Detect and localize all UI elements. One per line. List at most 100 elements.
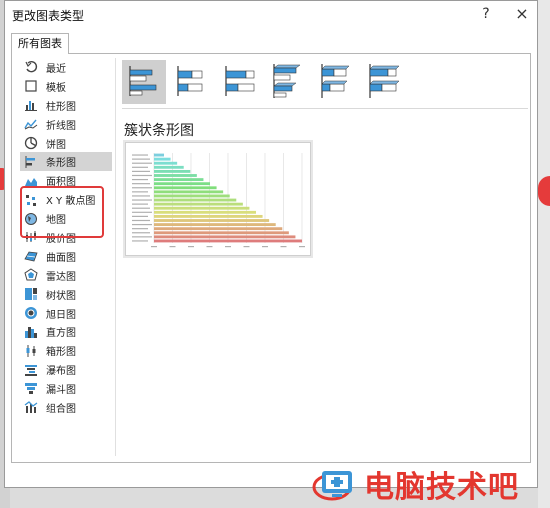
preview-tick-label: [243, 246, 250, 248]
preview-tick-label: [151, 246, 157, 248]
preview-category-label: [132, 203, 148, 205]
preview-bar: [154, 239, 302, 243]
preview-category-label: [132, 166, 148, 168]
sidebar-item[interactable]: 箱形图: [20, 341, 112, 360]
preview-tick-label: [188, 246, 194, 248]
sidebar-item[interactable]: 直方图: [20, 322, 112, 341]
preview-category-label: [132, 170, 150, 172]
subtype-3d-clustered-bar-button[interactable]: [266, 60, 310, 104]
preview-category-label: [132, 187, 152, 189]
subtype-100-percent-stacked-bar-button[interactable]: [218, 60, 262, 104]
preview-category-label: [132, 174, 152, 177]
line-chart-icon: [24, 119, 38, 130]
preview-bar: [154, 219, 270, 222]
sidebar-item[interactable]: 条形图: [20, 152, 112, 172]
pie-chart-icon: [24, 136, 38, 150]
sidebar-item-label: 旭日图: [46, 309, 76, 321]
column-chart-icon: [25, 101, 37, 112]
help-button[interactable]: ?: [475, 4, 497, 24]
bar-chart-subtype-icon: [369, 64, 400, 98]
subtype-stacked-bar-button[interactable]: [170, 60, 214, 104]
preview-bar: [154, 194, 230, 198]
chart-preview[interactable]: [125, 142, 311, 256]
preview-category-label: [132, 232, 150, 234]
preview-bar: [154, 174, 197, 177]
preview-category-label: [132, 195, 150, 197]
preview-bar: [154, 231, 289, 235]
sidebar-item[interactable]: 雷达图: [20, 266, 112, 285]
tab-all-charts[interactable]: 所有图表: [11, 33, 69, 54]
funnel-chart-icon: [25, 382, 37, 394]
preview-category-label: [132, 178, 148, 181]
sidebar-item-label: 最近: [46, 63, 66, 75]
preview-category-label: [132, 207, 150, 209]
subtype-3d-stacked-bar-button[interactable]: [314, 60, 358, 104]
preview-bar: [154, 235, 296, 239]
bar-chart-subtype-icon: [225, 66, 255, 96]
sidebar-item[interactable]: 曲面图: [20, 247, 112, 266]
subtype-clustered-bar-button[interactable]: [122, 60, 166, 104]
preview-category-label: [132, 223, 152, 226]
background-red-shape: [538, 176, 550, 206]
preview-bar: [154, 153, 164, 157]
preview-category-label: [132, 191, 148, 193]
sidebar-item-label: 折线图: [46, 120, 76, 132]
template-icon: [25, 80, 37, 92]
chart-type-panel: 最近 模板 柱形图 折线图 饼图 条形图 面积图 X Y 散点图 地图 股价图 曲面图 雷达图 树状图旭…: [11, 53, 531, 463]
change-chart-type-dialog: 更改图表类型 ? × 所有图表 最近 模板 柱形图 折线图 饼图 条形图 面积图 X Y 散点…: [4, 0, 538, 488]
preview-bar: [154, 182, 210, 186]
preview-bar: [154, 223, 276, 227]
preview-category-label: [132, 240, 148, 242]
preview-category-label: [132, 154, 148, 156]
surface-chart-icon: [24, 251, 38, 262]
preview-tick-label: [280, 246, 287, 248]
waterfall-chart-icon: [25, 364, 37, 376]
bar-chart-subtype-icon: [321, 64, 350, 98]
bar-chart-subtype-icon: [273, 64, 301, 98]
sidebar-item[interactable]: 折线图: [20, 115, 112, 134]
preview-bar: [154, 206, 250, 210]
preview-category-label: [132, 199, 152, 201]
preview-category-label: [132, 211, 152, 213]
preview-category-label: [132, 228, 148, 230]
sidebar-item-label: 漏斗图: [46, 385, 76, 397]
sidebar-item-label: 直方图: [46, 328, 76, 340]
close-button[interactable]: ×: [511, 4, 533, 24]
recent-icon: [25, 61, 38, 73]
sidebar-item-label: 组合图: [46, 403, 76, 415]
bar-chart-icon: [25, 155, 35, 168]
sidebar-item[interactable]: 瀑布图: [20, 360, 112, 379]
preview-bar: [154, 186, 217, 190]
preview-category-label: [132, 183, 150, 185]
preview-tick-label: [262, 246, 268, 248]
sidebar-item[interactable]: 漏斗图: [20, 379, 112, 398]
preview-bar: [154, 190, 224, 194]
sidebar-item-label: 饼图: [46, 139, 66, 151]
sidebar-item[interactable]: 树状图: [20, 285, 112, 304]
preview-category-label: [132, 236, 152, 238]
preview-bar: [154, 157, 171, 161]
bar-chart-subtype-icon: [177, 66, 203, 96]
sidebar-item[interactable]: 柱形图: [20, 96, 112, 115]
watermark-text: 电脑技术吧: [364, 470, 519, 505]
sidebar-item[interactable]: 饼图: [20, 134, 112, 153]
preview-tick-label: [299, 246, 305, 248]
preview-bar: [154, 198, 237, 202]
preview-tick-label: [169, 246, 176, 248]
preview-category-label: [132, 215, 148, 217]
sidebar-item[interactable]: 组合图: [20, 398, 112, 417]
bar-chart-subtype-icon: [129, 66, 157, 96]
preview-bar: [154, 165, 184, 169]
sidebar-item-label: 曲面图: [46, 252, 76, 264]
sidebar-item[interactable]: 模板: [20, 77, 112, 96]
sidebar-item-label: 树状图: [46, 290, 76, 302]
sidebar-item[interactable]: 最近: [20, 58, 112, 77]
sidebar-item-label: 条形图: [46, 158, 76, 170]
preview-category-label: [132, 219, 150, 222]
title-bar: 更改图表类型 ? ×: [5, 1, 537, 29]
preview-tick-label: [225, 246, 231, 248]
sidebar-item[interactable]: 旭日图: [20, 304, 112, 323]
subtype-3d-100-percent-stacked-bar-button[interactable]: [362, 60, 406, 104]
panel-divider: [115, 58, 116, 456]
preview-bar: [154, 178, 204, 182]
